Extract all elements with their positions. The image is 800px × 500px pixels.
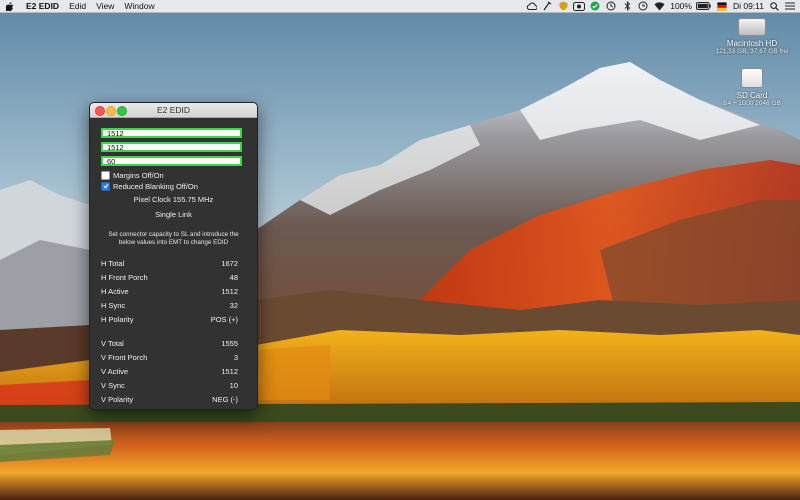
link-type-text: Single Link	[155, 210, 192, 219]
timing-label: V Sync	[101, 381, 125, 390]
timing-row-h-active: H Active 1512	[101, 285, 246, 299]
timing-row-v-front-porch: V Front Porch 3	[101, 351, 246, 365]
timing-row-h-total: H Total 1672	[101, 257, 246, 271]
vertical-timings: V Total 1555 V Front Porch 3 V Active 15…	[101, 337, 246, 407]
timing-row-v-sync: V Sync 10	[101, 379, 246, 393]
vpn-icon[interactable]	[573, 1, 586, 11]
bluetooth-icon[interactable]	[621, 1, 633, 11]
menu-bar: E2 EDID Edid View Window 100% Di 09:11	[0, 0, 800, 13]
desktop-icon-sd-card[interactable]: SD Card B4 ÷ 1B00 2046 GB	[712, 68, 792, 108]
battery-percent: 100%	[670, 1, 692, 11]
zoom-window-button[interactable]	[117, 106, 127, 116]
checkmark-icon	[103, 184, 108, 189]
wifi-icon[interactable]	[653, 1, 665, 11]
notification-center-icon[interactable]	[784, 1, 796, 11]
e2-edid-window: E2 EDID Margins Off/On Reduced Blanking …	[89, 102, 258, 410]
timing-value: 48	[229, 273, 238, 282]
window-menu[interactable]: Window	[124, 0, 154, 12]
clock[interactable]: Di 09:11	[733, 0, 764, 12]
view-menu[interactable]: View	[96, 0, 114, 12]
margins-checkbox[interactable]	[101, 170, 110, 180]
margins-checkbox-row[interactable]: Margins Off/On	[101, 170, 246, 180]
history-icon[interactable]	[605, 1, 617, 11]
battery-icon[interactable]	[696, 1, 712, 11]
timing-value: NEG (-)	[212, 395, 238, 404]
app-menu[interactable]: E2 EDID	[26, 0, 59, 12]
timing-value: 1672	[221, 259, 238, 268]
status-area: 100% Di 09:11	[521, 0, 800, 12]
timing-row-v-total: V Total 1555	[101, 337, 246, 351]
timing-value: POS (+)	[210, 315, 238, 324]
timing-row-h-polarity: H Polarity POS (+)	[101, 313, 246, 327]
close-window-button[interactable]	[95, 106, 105, 116]
timing-label: V Polarity	[101, 395, 134, 404]
desktop-icon-label: SD Card	[736, 91, 768, 100]
refresh-rate-input[interactable]	[101, 156, 242, 166]
width-input[interactable]	[101, 128, 242, 138]
desktop-icon-label: Macintosh HD	[726, 39, 778, 48]
flag-icon[interactable]	[716, 1, 728, 11]
desktop-icon-sublabel: B4 ÷ 1B00 2046 GB	[723, 100, 781, 107]
cloud-icon[interactable]	[525, 1, 537, 11]
timing-value: 1555	[221, 339, 238, 348]
reduced-blanking-checkbox[interactable]	[101, 181, 110, 191]
timing-label: H Sync	[101, 301, 126, 310]
time-machine-icon[interactable]	[637, 1, 649, 11]
timing-row-h-front-porch: H Front Porch 48	[101, 271, 246, 285]
desktop-icon-macintosh-hd[interactable]: Macintosh HD 121,33 GB, 37,67 GB frei	[712, 18, 792, 56]
margins-label: Margins Off/On	[113, 170, 164, 180]
pen-icon[interactable]	[541, 1, 553, 11]
timing-label: V Active	[101, 367, 129, 376]
timing-label: H Front Porch	[101, 273, 148, 282]
horizontal-timings: H Total 1672 H Front Porch 48 H Active 1…	[101, 257, 246, 327]
edid-menu[interactable]: Edid	[69, 0, 86, 12]
timing-row-h-sync: H Sync 32	[101, 299, 246, 313]
spotlight-search-icon[interactable]	[768, 1, 780, 11]
timing-label: H Active	[101, 287, 129, 296]
sync-check-icon[interactable]	[589, 1, 601, 11]
window-titlebar[interactable]: E2 EDID	[90, 103, 257, 118]
reduced-blanking-checkbox-row[interactable]: Reduced Blanking Off/On	[101, 181, 246, 191]
timing-value: 1512	[221, 287, 238, 296]
height-input[interactable]	[101, 142, 242, 152]
timing-label: H Polarity	[101, 315, 134, 324]
pixel-clock-text: Pixel Clock 155.75 MHz	[133, 195, 214, 204]
desktop-icon-sublabel: 121,33 GB, 37,67 GB frei	[715, 48, 789, 55]
timing-row-v-active: V Active 1512	[101, 365, 246, 379]
instructions-text: Set connector capacity to SL and introdu…	[108, 231, 239, 246]
timing-value: 3	[233, 353, 238, 362]
apple-menu-icon[interactable]	[6, 1, 16, 11]
window-content: Margins Off/On Reduced Blanking Off/On P…	[90, 118, 257, 407]
timing-label: V Front Porch	[101, 353, 148, 362]
timing-value: 1512	[221, 367, 238, 376]
timing-row-v-polarity: V Polarity NEG (-)	[101, 393, 246, 407]
timing-label: H Total	[101, 259, 125, 268]
timing-value: 32	[229, 301, 238, 310]
timing-label: V Total	[101, 339, 124, 348]
reduced-blanking-label: Reduced Blanking Off/On	[113, 181, 198, 191]
hard-drive-icon	[738, 18, 766, 36]
timing-value: 10	[229, 381, 238, 390]
minimize-window-button[interactable]	[106, 106, 116, 116]
sd-card-icon	[741, 68, 763, 88]
shield-icon[interactable]	[557, 1, 569, 11]
